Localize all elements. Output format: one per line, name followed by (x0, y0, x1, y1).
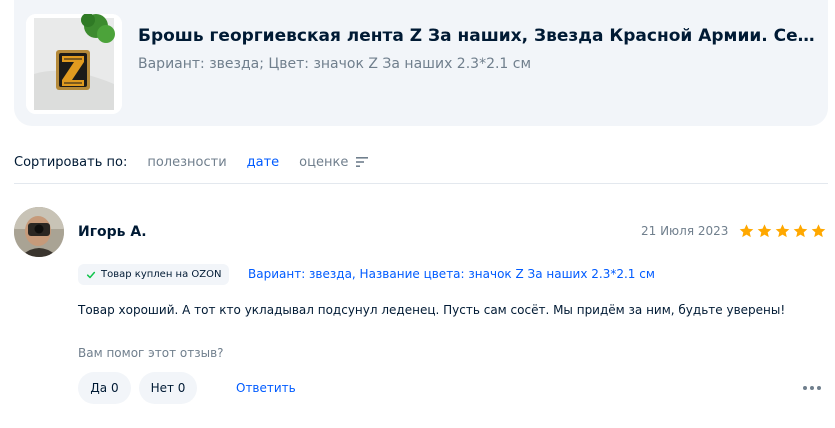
user-photo-icon (14, 207, 64, 257)
helpful-question: Вам помог этот отзыв? (78, 346, 224, 360)
purchase-badge-label: Товар куплен на OZON (101, 269, 222, 280)
divider (14, 183, 828, 184)
star-icon (757, 224, 772, 238)
helpful-no-button[interactable]: Нет 0 (139, 372, 197, 404)
sort-bar: Сортировать по: полезности дате оценке (14, 152, 370, 172)
star-icon (811, 224, 826, 238)
purchase-badge: Товар куплен на OZON (78, 264, 230, 285)
more-options-button[interactable] (798, 380, 826, 396)
review-author[interactable]: Игорь А. (78, 224, 147, 240)
sort-label: Сортировать по: (14, 154, 128, 170)
sort-icon[interactable] (356, 156, 370, 168)
check-icon (86, 271, 96, 278)
product-title[interactable]: Брошь георгиевская лента Z За наших, Зве… (138, 26, 818, 46)
star-icon (793, 224, 808, 238)
dot-icon (803, 386, 807, 390)
product-brooch-image (26, 14, 122, 114)
star-icon (739, 224, 754, 238)
product-thumbnail[interactable] (26, 14, 122, 114)
review-text: Товар хороший. А тот кто укладывал подсу… (78, 303, 786, 317)
rating-stars (738, 223, 827, 239)
reply-button[interactable]: Ответить (236, 381, 296, 395)
review-variant-link[interactable]: Вариант: звезда, Название цвета: значок … (248, 267, 655, 281)
sort-option-rating[interactable]: оценке (299, 155, 348, 170)
dot-icon (810, 386, 814, 390)
helpful-yes-button[interactable]: Да 0 (78, 372, 131, 404)
product-card[interactable]: Брошь георгиевская лента Z За наших, Зве… (14, 0, 828, 126)
review-date: 21 Июля 2023 (641, 224, 729, 238)
avatar[interactable] (14, 207, 64, 257)
dot-icon (817, 386, 821, 390)
star-icon (775, 224, 790, 238)
product-variant: Вариант: звезда; Цвет: значок Z За наших… (138, 56, 532, 72)
sort-option-usefulness[interactable]: полезности (147, 155, 226, 170)
sort-option-date[interactable]: дате (247, 155, 280, 170)
